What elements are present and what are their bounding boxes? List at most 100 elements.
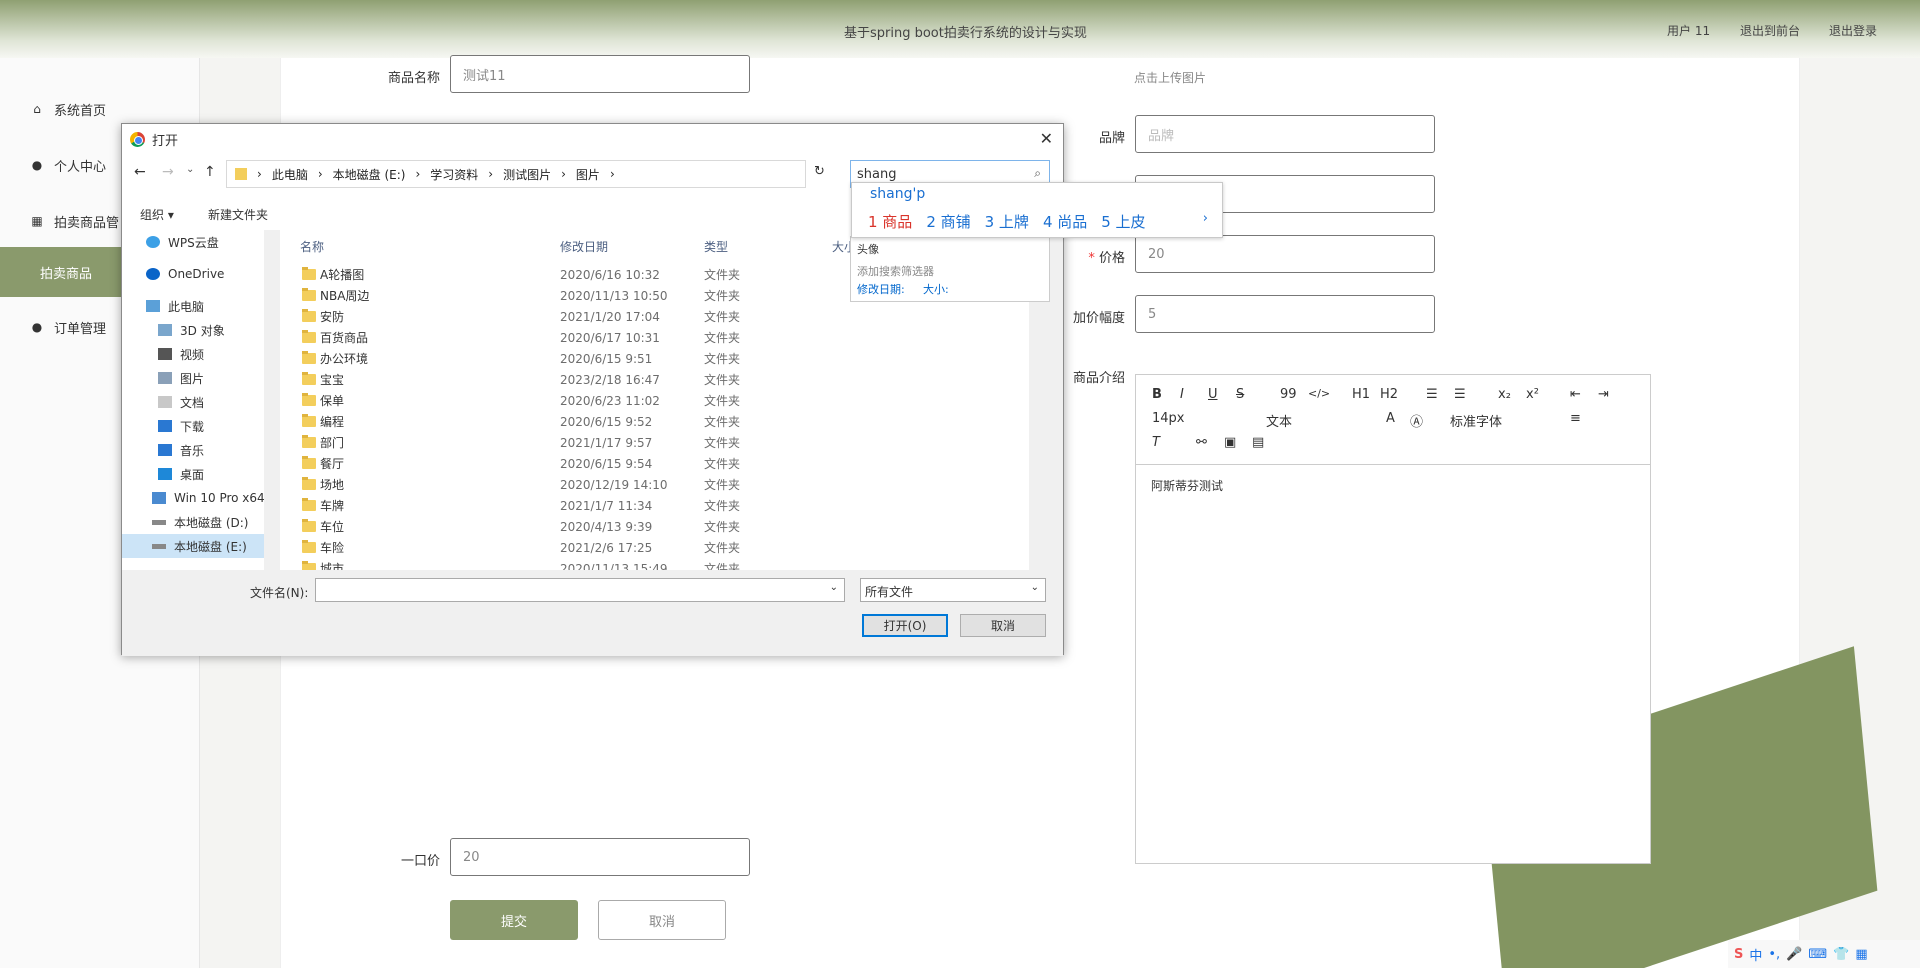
new-folder-button[interactable]: 新建文件夹 bbox=[208, 206, 268, 223]
mic-icon[interactable]: 🎤 bbox=[1786, 947, 1802, 962]
increment-input[interactable]: 5 bbox=[1135, 295, 1435, 333]
superscript-icon[interactable]: x² bbox=[1526, 387, 1539, 402]
chevron-down-icon[interactable]: ⌄ bbox=[830, 582, 838, 593]
video-icon[interactable]: ▤ bbox=[1252, 435, 1264, 450]
lang-indicator[interactable]: 中 bbox=[1749, 945, 1762, 964]
forward-icon[interactable]: → bbox=[162, 164, 174, 180]
link-icon[interactable]: ⚯ bbox=[1196, 435, 1207, 450]
breadcrumb-item[interactable]: 此电脑 bbox=[272, 166, 308, 183]
ime-candidate[interactable]: 3 上牌 bbox=[985, 211, 1029, 232]
table-row[interactable]: 餐厅 2020/6/15 9:54 文件夹 bbox=[280, 453, 1044, 474]
nav-item-desktop[interactable]: 桌面 bbox=[122, 462, 277, 486]
nav-scrollbar[interactable] bbox=[264, 230, 278, 570]
nav-item-drive-d[interactable]: 本地磁盘 (D:) bbox=[122, 510, 277, 534]
sogou-icon[interactable]: S bbox=[1734, 947, 1743, 962]
breadcrumb-item[interactable]: 学习资料 bbox=[430, 166, 478, 183]
nav-item-onedrive[interactable]: OneDrive bbox=[122, 262, 277, 286]
editor-content[interactable]: 阿斯蒂芬测试 bbox=[1136, 465, 1650, 506]
ordered-list-icon[interactable]: ☰ bbox=[1426, 387, 1438, 402]
cancel-button[interactable]: 取消 bbox=[598, 900, 726, 940]
chevron-down-icon[interactable]: ⌄ bbox=[186, 164, 194, 175]
nav-item-pictures[interactable]: 图片 bbox=[122, 366, 277, 390]
indent-icon[interactable]: ⇥ bbox=[1598, 387, 1609, 402]
bullet-list-icon[interactable]: ☰ bbox=[1454, 387, 1466, 402]
filetype-select[interactable]: 所有文件 ⌄ bbox=[860, 578, 1046, 602]
underline-button[interactable]: U bbox=[1208, 387, 1218, 402]
table-row[interactable]: 城市 2020/11/13 15:49 文件夹 bbox=[280, 558, 1044, 570]
table-row[interactable]: 编程 2020/6/15 9:52 文件夹 bbox=[280, 411, 1044, 432]
logout-link[interactable]: 退出登录 bbox=[1829, 22, 1877, 39]
bold-button[interactable]: B bbox=[1152, 387, 1162, 402]
filter-size-link[interactable]: 大小: bbox=[923, 281, 949, 297]
breadcrumb-item[interactable]: 测试图片 bbox=[503, 166, 551, 183]
dialog-cancel-button[interactable]: 取消 bbox=[960, 614, 1046, 637]
breadcrumb-item[interactable]: 图片 bbox=[576, 166, 600, 183]
upload-hint[interactable]: 点击上传图片 bbox=[1134, 69, 1206, 86]
nav-item-winpro[interactable]: Win 10 Pro x64 bbox=[122, 486, 277, 510]
nav-item-docs[interactable]: 文档 bbox=[122, 390, 277, 414]
nav-item-3d[interactable]: 3D 对象 bbox=[122, 318, 277, 342]
name-input[interactable]: 测试11 bbox=[450, 55, 750, 93]
price-input[interactable]: 20 bbox=[1135, 235, 1435, 273]
h1-button[interactable]: H1 bbox=[1352, 387, 1370, 402]
column-date[interactable]: 修改日期 bbox=[560, 238, 608, 255]
nav-item-drive-e[interactable]: 本地磁盘 (E:) bbox=[122, 534, 277, 558]
h2-button[interactable]: H2 bbox=[1380, 387, 1398, 402]
ime-candidate[interactable]: 4 尚品 bbox=[1043, 211, 1087, 232]
nav-item-video[interactable]: 视频 bbox=[122, 342, 277, 366]
bg-color-icon[interactable]: Ⓐ bbox=[1410, 411, 1423, 430]
image-icon[interactable]: ▣ bbox=[1224, 435, 1236, 450]
outdent-icon[interactable]: ⇤ bbox=[1570, 387, 1581, 402]
ime-candidate[interactable]: 5 上皮 bbox=[1101, 211, 1145, 232]
table-row[interactable]: 保单 2020/6/23 11:02 文件夹 bbox=[280, 390, 1044, 411]
table-row[interactable]: 场地 2020/12/19 14:10 文件夹 bbox=[280, 474, 1044, 495]
organize-button[interactable]: 组织 ▾ bbox=[140, 206, 174, 223]
filter-date-link[interactable]: 修改日期: bbox=[857, 281, 905, 297]
table-row[interactable]: 安防 2021/1/20 17:04 文件夹 bbox=[280, 306, 1044, 327]
nav-item-pc[interactable]: 此电脑 bbox=[122, 294, 277, 318]
up-icon[interactable]: ↑ bbox=[204, 164, 216, 180]
text-type-select[interactable]: 文本 bbox=[1266, 411, 1292, 430]
ime-candidate[interactable]: 2 商铺 bbox=[926, 211, 970, 232]
ime-candidate[interactable]: 1 商品 bbox=[868, 211, 912, 232]
strike-button[interactable]: S bbox=[1236, 387, 1244, 402]
table-row[interactable]: 部门 2021/1/17 9:57 文件夹 bbox=[280, 432, 1044, 453]
rich-text-editor[interactable]: B I U S 99 </> H1 H2 ☰ ☰ x₂ x² ⇤ ⇥ 14px … bbox=[1135, 374, 1651, 864]
table-row[interactable]: 车位 2020/4/13 9:39 文件夹 bbox=[280, 516, 1044, 537]
column-type[interactable]: 类型 bbox=[704, 238, 728, 255]
breadcrumb-item[interactable]: 本地磁盘 (E:) bbox=[333, 166, 406, 183]
code-button[interactable]: </> bbox=[1308, 387, 1330, 400]
open-button[interactable]: 打开(O) bbox=[862, 614, 948, 637]
refresh-icon[interactable]: ↻ bbox=[814, 164, 825, 179]
font-size-select[interactable]: 14px bbox=[1152, 411, 1185, 426]
chevron-right-icon[interactable]: › bbox=[1203, 211, 1208, 226]
submit-button[interactable]: 提交 bbox=[450, 900, 578, 940]
table-row[interactable]: 办公环境 2020/6/15 9:51 文件夹 bbox=[280, 348, 1044, 369]
search-icon[interactable]: ⌕ bbox=[1034, 166, 1041, 181]
skin-icon[interactable]: 👕 bbox=[1833, 947, 1849, 962]
suggestion-item[interactable]: 头像 bbox=[857, 241, 879, 257]
font-color-icon[interactable]: A bbox=[1386, 411, 1395, 426]
clear-format-icon[interactable]: T bbox=[1152, 435, 1160, 450]
font-family-select[interactable]: 标准字体 bbox=[1450, 411, 1502, 430]
table-row[interactable]: 百货商品 2020/6/17 10:31 文件夹 bbox=[280, 327, 1044, 348]
punct-icon[interactable]: •, bbox=[1768, 947, 1780, 962]
user-link[interactable]: 用户 11 bbox=[1667, 22, 1710, 39]
table-row[interactable]: 宝宝 2023/2/18 16:47 文件夹 bbox=[280, 369, 1044, 390]
subscript-icon[interactable]: x₂ bbox=[1498, 387, 1511, 402]
column-name[interactable]: 名称 bbox=[300, 238, 324, 255]
exit-front-link[interactable]: 退出到前台 bbox=[1740, 22, 1800, 39]
table-row[interactable]: 车牌 2021/1/7 11:34 文件夹 bbox=[280, 495, 1044, 516]
filename-input[interactable]: ⌄ bbox=[315, 578, 845, 602]
align-icon[interactable]: ≡ bbox=[1570, 411, 1581, 426]
nav-item-downloads[interactable]: 下载 bbox=[122, 414, 277, 438]
toolbox-icon[interactable]: ▦ bbox=[1855, 947, 1867, 962]
address-bar[interactable]: › 此电脑 › 本地磁盘 (E:) › 学习资料 › 测试图片 › 图片 › bbox=[226, 160, 806, 188]
keyboard-icon[interactable]: ⌨ bbox=[1808, 947, 1827, 962]
italic-button[interactable]: I bbox=[1180, 387, 1184, 402]
nav-item-wps[interactable]: WPS云盘 bbox=[122, 230, 277, 254]
brand-input[interactable]: 品牌 bbox=[1135, 115, 1435, 153]
nav-item-music[interactable]: 音乐 bbox=[122, 438, 277, 462]
buyout-input[interactable]: 20 bbox=[450, 838, 750, 876]
back-icon[interactable]: ← bbox=[134, 164, 146, 180]
